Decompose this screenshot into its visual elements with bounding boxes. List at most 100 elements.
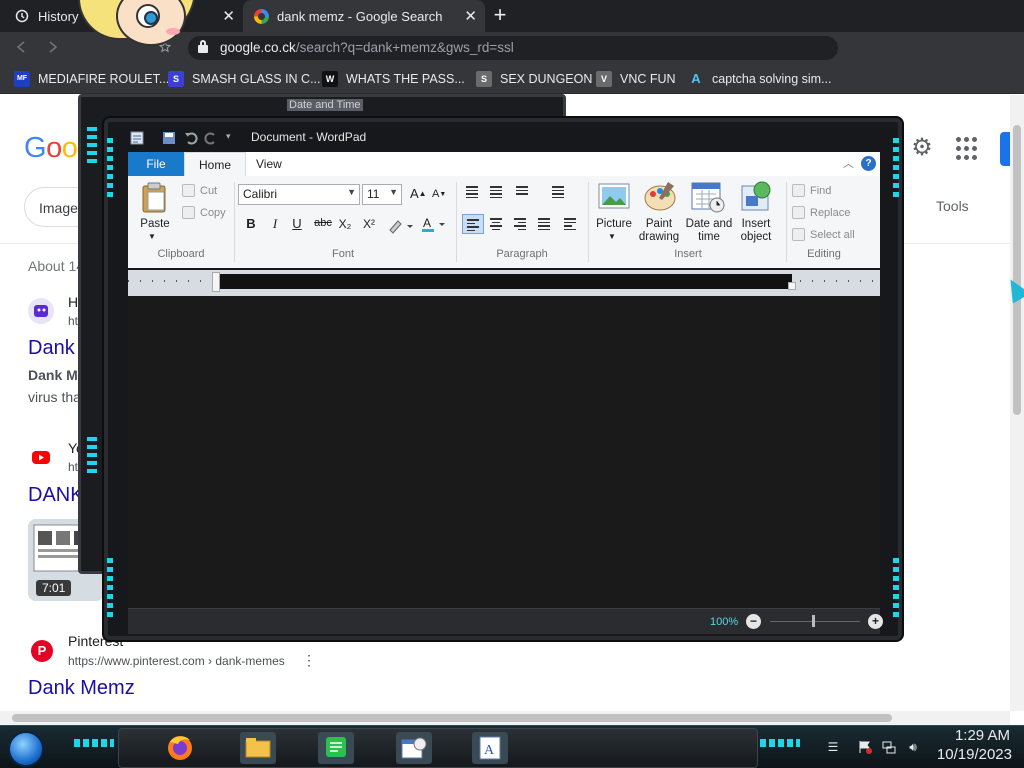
italic-button[interactable]: I	[266, 216, 284, 232]
forward-icon[interactable]	[42, 38, 64, 60]
google-logo[interactable]: Goo	[24, 132, 78, 165]
bookmark-item[interactable]: S SMASH GLASS IN C...	[168, 71, 321, 87]
font-size-select[interactable]: 11 ▼	[362, 184, 402, 205]
bullets-button[interactable]	[512, 182, 542, 202]
superscript-button[interactable]: X²	[360, 217, 378, 231]
result-title-link[interactable]: DANK	[28, 484, 84, 507]
undo-icon[interactable]	[184, 131, 198, 145]
decrease-indent-button[interactable]	[462, 182, 484, 202]
zoom-out-button[interactable]: −	[746, 614, 761, 629]
tab-file[interactable]: File	[128, 152, 184, 176]
volume-icon[interactable]: 🔊︎	[906, 740, 920, 754]
address-bar[interactable]: google.co.ck/search?q=dank+memz&gws_rd=s…	[188, 36, 838, 60]
new-tab-button[interactable]: +	[488, 4, 512, 28]
left-indent-marker[interactable]	[212, 272, 220, 292]
redo-icon[interactable]	[204, 131, 218, 145]
copy-button[interactable]: Copy	[182, 206, 226, 219]
picture-icon[interactable]	[598, 182, 630, 212]
back-icon[interactable]	[10, 38, 32, 60]
grow-font-button[interactable]: A ▲	[410, 186, 427, 201]
text-color-icon[interactable]: A	[420, 216, 446, 234]
tab-home[interactable]: Home	[184, 152, 247, 176]
firefox-icon[interactable]	[162, 732, 198, 764]
save-icon[interactable]	[162, 131, 176, 145]
find-button[interactable]: Find	[792, 184, 831, 197]
chevron-down-icon[interactable]: ▼	[148, 230, 156, 243]
wordpad-window[interactable]: ▾ Document - WordPad File Home View ︿ ? …	[104, 118, 902, 640]
chevron-down-icon[interactable]: ▼	[608, 230, 616, 243]
wordpad-titlebar[interactable]: ▾ Document - WordPad	[128, 124, 884, 152]
strikethrough-button[interactable]: abc	[312, 217, 334, 229]
result-title-link[interactable]: Dank Memz	[28, 677, 135, 700]
insert-object-button[interactable]: Insert object	[734, 218, 778, 244]
right-indent-marker[interactable]	[788, 282, 796, 290]
date-and-time-button[interactable]: Date and time	[684, 218, 734, 244]
result-more-options-icon[interactable]: ⋮	[302, 652, 316, 669]
binoculars-icon	[792, 184, 805, 197]
vertical-scrollbar[interactable]	[1010, 95, 1024, 711]
bookmark-item[interactable]: S SEX DUNGEON	[476, 71, 592, 87]
zoom-slider[interactable]	[770, 621, 860, 622]
calendar-app-icon[interactable]	[396, 732, 432, 764]
bookmark-item[interactable]: MF MEDIAFIRE ROULET...	[14, 71, 169, 87]
action-center-flag-icon[interactable]	[858, 740, 872, 754]
document-editor[interactable]	[128, 296, 880, 608]
network-icon[interactable]	[882, 740, 896, 754]
clock-date[interactable]: 10/19/2023	[930, 746, 1012, 763]
tab-view[interactable]: View	[242, 152, 296, 176]
paragraph-settings-button[interactable]	[560, 214, 582, 234]
subscript-button[interactable]: X₂	[336, 217, 354, 231]
justify-button[interactable]	[534, 214, 556, 234]
horizontal-scrollbar[interactable]	[0, 711, 1010, 725]
replace-button[interactable]: Replace	[792, 206, 850, 219]
copy-label: Copy	[200, 206, 226, 219]
show-hidden-icons-icon[interactable]: ☰	[826, 740, 840, 754]
clock-time[interactable]: 1:29 AM	[944, 727, 1010, 744]
start-button[interactable]	[8, 731, 44, 767]
zoom-in-button[interactable]: +	[868, 614, 883, 629]
paint-palette-icon[interactable]	[642, 180, 678, 214]
result-title-link[interactable]: Dank	[28, 337, 75, 360]
help-icon[interactable]: ?	[861, 156, 876, 171]
insert-object-icon[interactable]	[740, 180, 774, 214]
tab-google-search[interactable]: dank memz - Google Search ✕	[243, 0, 485, 32]
align-center-button[interactable]	[486, 214, 508, 234]
bookmark-item[interactable]: W WHATS THE PASS...	[322, 71, 465, 87]
increase-indent-button[interactable]	[486, 182, 508, 202]
gear-icon[interactable]: ⚙	[908, 134, 936, 162]
tools-button[interactable]: Tools	[936, 198, 969, 214]
taskbar: A ☰ 🔊︎	[0, 725, 1024, 768]
ruler[interactable]	[128, 270, 880, 296]
apps-grid-icon[interactable]	[956, 137, 980, 161]
result-url[interactable]: https://www.pinterest.com › dank-memes	[68, 654, 285, 668]
align-left-button[interactable]	[462, 214, 484, 234]
zoom-slider-thumb[interactable]	[812, 615, 815, 627]
close-tab-icon[interactable]: ✕	[464, 7, 477, 25]
file-explorer-icon[interactable]	[240, 732, 276, 764]
bookmark-item[interactable]: V VNC FUN	[596, 71, 676, 87]
paint-drawing-button[interactable]: Paint drawing	[634, 218, 684, 244]
align-right-button[interactable]	[510, 214, 532, 234]
youtube-icon	[28, 444, 54, 470]
line-spacing-button[interactable]	[548, 182, 578, 202]
customize-qat-icon[interactable]: ▾	[226, 131, 240, 145]
cut-button[interactable]: Cut	[182, 184, 217, 197]
bookmark-item[interactable]: Acaptcha solving sim...	[688, 71, 831, 87]
paste-icon[interactable]	[140, 182, 170, 214]
video-duration: 7:01	[36, 580, 72, 596]
collapse-ribbon-icon[interactable]: ︿	[843, 155, 854, 171]
bold-button[interactable]: B	[242, 216, 260, 231]
lock-icon[interactable]	[198, 40, 208, 53]
close-tab-icon[interactable]: ✕	[222, 7, 235, 25]
underline-button[interactable]: U	[288, 216, 306, 231]
paragraph-group-label: Paragraph	[496, 248, 548, 260]
chat-app-icon[interactable]	[318, 732, 354, 764]
calendar-clock-icon[interactable]	[690, 180, 726, 214]
wordpad-taskbar-icon[interactable]: A	[472, 732, 508, 764]
font-family-select[interactable]: Calibri ▼	[238, 184, 360, 205]
wordpad-app-icon[interactable]	[130, 131, 144, 145]
scissors-icon	[182, 184, 195, 197]
select-all-button[interactable]: Select all	[792, 228, 855, 241]
shrink-font-button[interactable]: A ▼	[432, 188, 446, 200]
highlight-color-icon[interactable]	[388, 218, 414, 234]
